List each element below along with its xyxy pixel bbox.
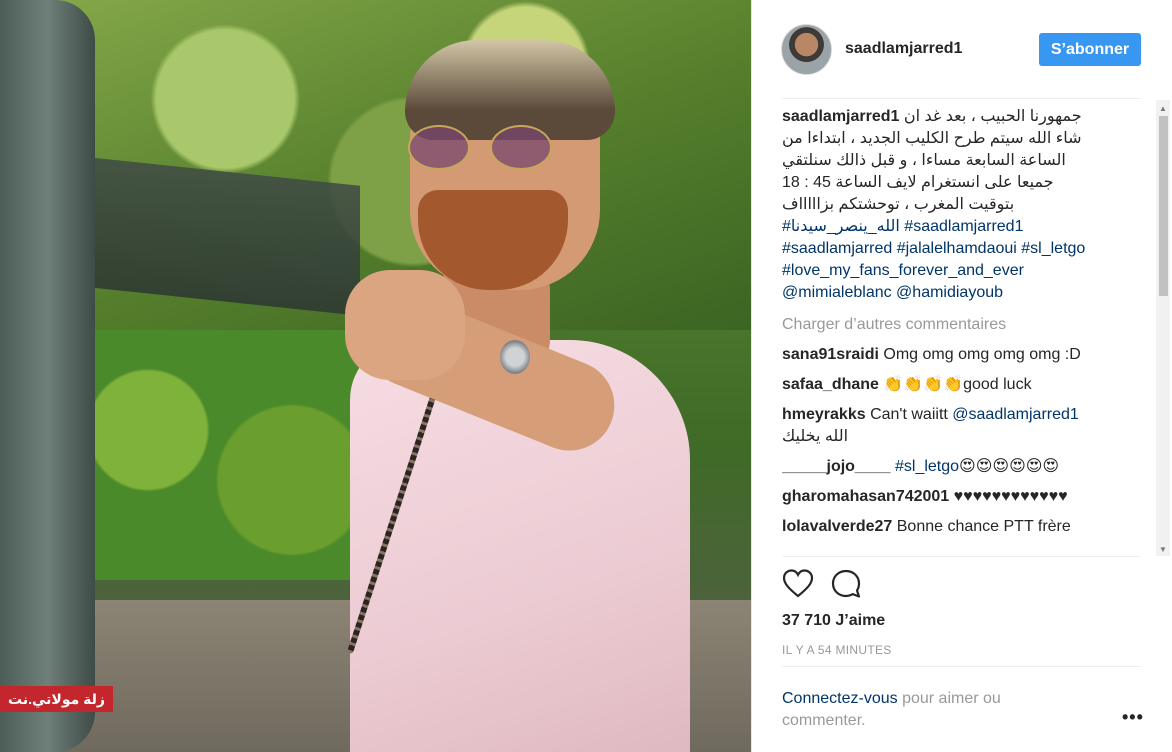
caption: saadlamjarred1 جمهورنا الحبيب ، بعد غد ا… — [782, 106, 1112, 304]
caption-hashtags[interactable]: #saadlamjarred #jalalelhamdaoui #sl_letg… — [782, 238, 1112, 260]
follow-button[interactable]: S’abonner — [1039, 33, 1141, 66]
divider — [782, 98, 1141, 99]
comment-item: hmeyrakks Can't waiitt @saadlamjarred1 ا… — [782, 404, 1122, 448]
comment-text: Bonne chance PTT frère — [896, 518, 1071, 535]
caption-hashtags[interactable]: #الله_ينصر_سيدنا #saadlamjarred1 — [782, 216, 1112, 238]
comment-username[interactable]: lolavalverde27 — [782, 518, 892, 535]
comment-item: sana91sraidi Omg omg omg omg omg :D — [782, 344, 1122, 366]
comment-username[interactable]: hmeyrakks — [782, 406, 866, 423]
watermark-label: زلة مولاتي.نت — [0, 686, 113, 712]
post-timestamp[interactable]: IL Y A 54 MINUTES — [782, 643, 892, 657]
load-more-comments-link[interactable]: Charger d’autres commentaires — [782, 314, 1153, 336]
likes-count[interactable]: 37 710 J’aime — [782, 612, 885, 630]
comment-item: lolavalverde27 Bonne chance PTT frère — [782, 516, 1122, 538]
comments-scrollbar[interactable]: ▲ ▼ — [1156, 100, 1170, 556]
comment-username[interactable]: gharomahasan742001 — [782, 488, 949, 505]
avatar[interactable] — [781, 24, 832, 75]
divider — [782, 666, 1141, 667]
caption-line: شاء الله سيتم طرح الكليب الجديد ، ابتداء… — [782, 130, 1082, 147]
comment-text: 😍😍😍😍😍😍 — [959, 458, 1060, 475]
login-link[interactable]: Connectez-vous — [782, 690, 898, 707]
caption-line: بتوقيت المغرب ، توحشتكم بزاااااف — [782, 196, 1015, 213]
comment-username[interactable]: _____jojo____ — [782, 458, 891, 475]
background-statue — [0, 0, 95, 752]
caption-line: جميعا على انستغرام لايف الساعة 45 : 18 — [782, 174, 1054, 191]
post-username[interactable]: saadlamjarred1 — [845, 40, 962, 58]
caption-line: saadlamjarred1 جمهورنا الحبيب ، بعد غد ا… — [782, 108, 1082, 125]
comment-item: gharomahasan742001 ♥♥♥♥♥♥♥♥♥♥♥♥ — [782, 486, 1122, 508]
more-options-icon[interactable]: ••• — [1122, 707, 1144, 728]
comment-mention[interactable]: @saadlamjarred1 — [952, 406, 1079, 423]
person-hand — [345, 270, 465, 380]
post-photo[interactable]: زلة مولاتي.نت — [0, 0, 751, 752]
caption-mentions[interactable]: @mimialeblanc @hamidiayoub — [782, 282, 1112, 304]
scrollbar-thumb[interactable] — [1159, 116, 1168, 296]
comment-text: الله يخليك — [782, 428, 849, 445]
caption-hashtags[interactable]: #love_my_fans_forever_and_ever — [782, 260, 1112, 282]
scroll-down-arrow-icon[interactable]: ▼ — [1159, 545, 1167, 554]
comment-text: Omg omg omg omg omg :D — [883, 346, 1081, 363]
post-header: saadlamjarred1 S’abonner — [752, 0, 1172, 98]
comment-username[interactable]: sana91sraidi — [782, 346, 879, 363]
comment-text: ♥♥♥♥♥♥♥♥♥♥♥♥ — [953, 488, 1068, 505]
scroll-up-arrow-icon[interactable]: ▲ — [1159, 104, 1167, 113]
caption-username[interactable]: saadlamjarred1 — [782, 108, 899, 125]
login-prompt: Connectez-vous pour aimer ou commenter. — [782, 688, 1082, 732]
comments-list[interactable]: saadlamjarred1 جمهورنا الحبيب ، بعد غد ا… — [782, 106, 1153, 556]
comment-icon[interactable] — [830, 568, 862, 600]
comment-hashtag[interactable]: #sl_letgo — [895, 458, 959, 475]
comment-text: Can't waiitt — [870, 406, 948, 423]
comment-item: safaa_dhane 👏👏👏👏good luck — [782, 374, 1122, 396]
person-sunglasses — [408, 125, 558, 170]
comment-username[interactable]: safaa_dhane — [782, 376, 879, 393]
person-ring — [500, 340, 530, 374]
caption-line: الساعة السابعة مساءا ، و قبل ذالك سنلتقي — [782, 152, 1066, 169]
person-figure — [330, 40, 710, 752]
comment-text: 👏👏👏👏good luck — [883, 376, 1032, 393]
comment-item: _____jojo____ #sl_letgo😍😍😍😍😍😍 — [782, 456, 1122, 478]
divider — [782, 556, 1141, 557]
heart-icon[interactable] — [782, 568, 814, 600]
post-side-panel: saadlamjarred1 S’abonner saadlamjarred1 … — [751, 0, 1172, 752]
